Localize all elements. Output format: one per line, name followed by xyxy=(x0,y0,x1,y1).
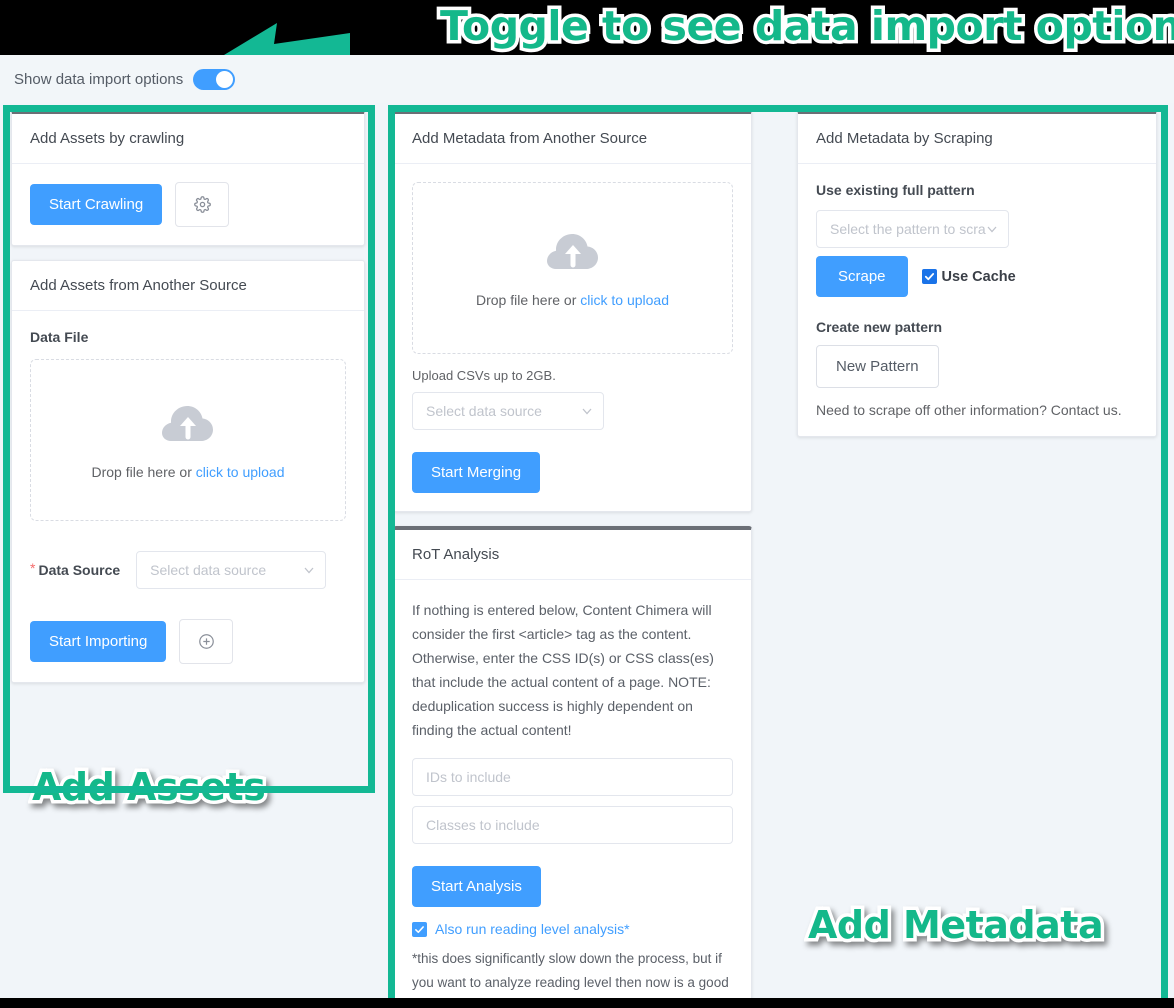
use-cache-label[interactable]: Use Cache xyxy=(942,269,1016,285)
cloud-upload-icon xyxy=(546,229,600,278)
add-data-source-button[interactable] xyxy=(179,619,234,664)
check-icon xyxy=(415,926,424,933)
uploader-click-link[interactable]: click to upload xyxy=(196,464,285,480)
reading-level-label[interactable]: Also run reading level analysis* xyxy=(435,921,630,937)
callout-toggle-text: Toggle to see data import options xyxy=(436,0,1174,54)
data-source-placeholder: Select data source xyxy=(150,562,267,578)
data-source-label: * Data Source xyxy=(30,560,120,580)
card-body-rot-analysis: If nothing is entered below, Content Chi… xyxy=(394,580,751,998)
uploader-drop-text: Drop file here or xyxy=(476,291,577,308)
circle-plus-icon xyxy=(199,634,214,649)
reading-level-checkbox[interactable] xyxy=(412,921,427,937)
crawling-settings-button[interactable] xyxy=(175,182,230,227)
new-pattern-button[interactable]: New Pattern xyxy=(816,345,939,388)
scrape-row: Scrape Use Cache xyxy=(816,256,1138,297)
use-cache-checkbox[interactable] xyxy=(921,269,937,284)
columns-container: Add Assets by crawling Start Crawling Ad… xyxy=(0,103,1174,998)
pattern-placeholder: Select the pattern to scrape xyxy=(830,221,986,237)
data-file-label: Data File xyxy=(30,329,89,345)
card-title-rot-analysis: RoT Analysis xyxy=(394,530,751,580)
callout-add-assets-text: Add Assets xyxy=(28,762,269,813)
create-new-pattern-label: Create new pattern xyxy=(816,319,943,335)
cloud-upload-glyph xyxy=(546,233,598,269)
gear-icon xyxy=(193,196,211,213)
column-add-metadata-source: Add Metadata from Another Source Drop fi… xyxy=(393,110,752,998)
card-title-scraping: Add Metadata by Scraping xyxy=(798,114,1156,164)
top-bar: Show data import options xyxy=(0,55,1174,103)
data-source-label-text: Data Source xyxy=(38,562,121,578)
data-source-select[interactable]: Select data source xyxy=(136,551,327,589)
card-add-metadata-another-source: Add Metadata from Another Source Drop fi… xyxy=(393,110,752,512)
assets-file-uploader[interactable]: Drop file here or click to upload xyxy=(30,359,346,521)
show-import-options-toggle[interactable] xyxy=(193,68,236,90)
rot-ids-input[interactable] xyxy=(412,758,733,797)
column-add-assets: Add Assets by crawling Start Crawling Ad… xyxy=(11,110,365,697)
chevron-down-icon xyxy=(304,567,314,574)
scrape-button[interactable]: Scrape xyxy=(816,256,908,297)
show-import-options-label: Show data import options xyxy=(14,70,184,88)
reading-level-checkbox-row[interactable]: Also run reading level analysis* xyxy=(412,921,733,937)
check-icon xyxy=(924,273,934,281)
toggle-knob xyxy=(216,70,234,88)
data-source-row: * Data Source Select data source xyxy=(30,551,346,589)
import-button-row: Start Importing xyxy=(30,619,346,664)
existing-pattern-label: Use existing full pattern xyxy=(816,182,975,198)
uploader-drop-text: Drop file here or xyxy=(91,463,192,480)
start-crawling-button[interactable]: Start Crawling xyxy=(30,184,163,225)
uploader-text-row: Drop file here or click to upload xyxy=(476,292,669,308)
start-analysis-button[interactable]: Start Analysis xyxy=(412,866,541,908)
metadata-file-uploader[interactable]: Drop file here or click to upload xyxy=(412,182,733,354)
start-merging-button[interactable]: Start Merging xyxy=(412,452,541,493)
metadata-data-source-select[interactable]: Select data source xyxy=(412,392,604,430)
card-rot-analysis: RoT Analysis If nothing is entered below… xyxy=(393,526,752,998)
contact-us-note: Need to scrape off other information? Co… xyxy=(816,402,1122,418)
start-importing-button[interactable]: Start Importing xyxy=(30,621,167,662)
card-body-scraping: Use existing full pattern Select the pat… xyxy=(798,164,1156,436)
card-title-another-source: Add Assets from Another Source xyxy=(12,261,364,311)
uploader-click-link[interactable]: click to upload xyxy=(580,292,669,308)
metadata-data-source-placeholder: Select data source xyxy=(426,403,542,419)
card-title-crawling: Add Assets by crawling xyxy=(12,114,364,164)
app-window: Show data import options Add Assets by c… xyxy=(0,55,1174,998)
card-body-crawling: Start Crawling xyxy=(12,164,364,245)
reading-level-footnote: *this does significantly slow down the p… xyxy=(412,951,729,998)
uploader-text-row: Drop file here or click to upload xyxy=(92,464,285,480)
required-asterisk: * xyxy=(30,560,36,576)
cloud-upload-icon xyxy=(161,401,215,450)
chevron-down-icon xyxy=(987,226,997,233)
column-add-metadata-scraping: Add Metadata by Scraping Use existing fu… xyxy=(797,110,1157,451)
pattern-select[interactable]: Select the pattern to scrape xyxy=(816,210,1009,248)
card-add-metadata-by-scraping: Add Metadata by Scraping Use existing fu… xyxy=(797,110,1157,437)
upload-size-hint: Upload CSVs up to 2GB. xyxy=(412,368,556,383)
rot-description: If nothing is entered below, Content Chi… xyxy=(412,602,714,739)
callout-add-metadata-text: Add Metadata xyxy=(804,900,1107,951)
use-cache-checkbox-row[interactable]: Use Cache xyxy=(921,269,1016,285)
card-add-assets-another-source: Add Assets from Another Source Data File xyxy=(11,260,365,683)
card-add-assets-by-crawling: Add Assets by crawling Start Crawling xyxy=(11,110,365,246)
chevron-down-icon xyxy=(582,408,592,415)
cloud-upload-glyph xyxy=(162,405,213,441)
rot-classes-input[interactable] xyxy=(412,806,733,845)
card-body-metadata-source: Drop file here or click to upload Upload… xyxy=(394,164,751,511)
card-body-another-source: Data File Drop file here or click to upl xyxy=(12,311,364,682)
card-title-metadata-source: Add Metadata from Another Source xyxy=(394,114,751,164)
crawling-button-row: Start Crawling xyxy=(30,182,346,227)
